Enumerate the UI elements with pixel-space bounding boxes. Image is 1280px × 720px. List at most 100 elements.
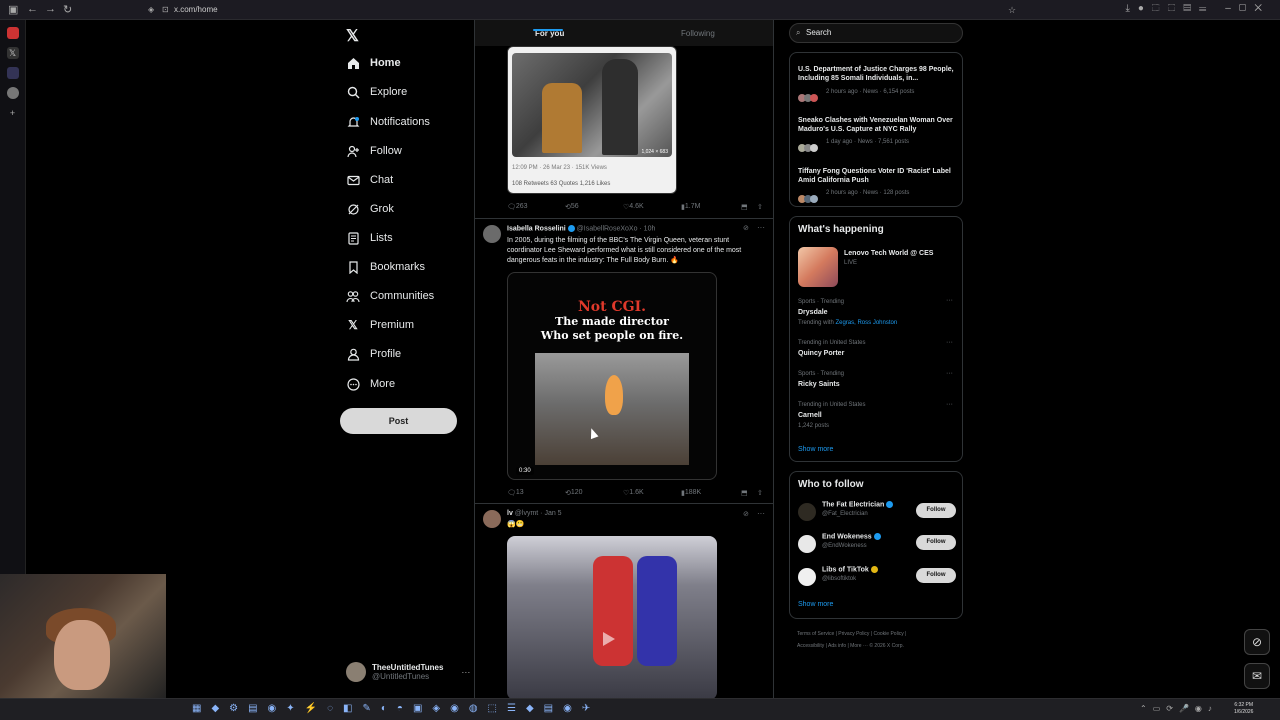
- author-name[interactable]: Isabella Rosselini: [507, 225, 566, 232]
- nav-bookmarks[interactable]: Bookmarks: [346, 255, 425, 279]
- account-name[interactable]: End Wokeness: [822, 533, 881, 540]
- search-input[interactable]: ⌕ Search: [789, 23, 963, 43]
- address-bar[interactable]: ◈ ⊡ x.com/home ☆: [140, 2, 1040, 18]
- news-title[interactable]: Sneako Clashes with Venezuelan Woman Ove…: [798, 116, 958, 134]
- share-icon[interactable]: ⇧: [757, 203, 763, 211]
- footer-line[interactable]: Accessibility | Ads info | More ··· © 20…: [797, 640, 967, 652]
- share-icon[interactable]: ⇧: [757, 489, 763, 497]
- extension-icon[interactable]: [6, 67, 19, 79]
- account-name[interactable]: Libs of TikTok: [822, 566, 878, 573]
- tweet-image[interactable]: 1,024 × 683: [512, 53, 672, 157]
- account-name[interactable]: The Fat Electrician: [822, 501, 894, 508]
- repost-button[interactable]: ⟲ 56: [565, 203, 579, 211]
- nav-home[interactable]: Home: [346, 51, 401, 75]
- account-switcher[interactable]: TheeUntitledTunes @UntitledTunes ···: [346, 662, 470, 682]
- event-thumbnail[interactable]: [798, 247, 838, 287]
- forward-icon[interactable]: →: [45, 3, 56, 15]
- follow-button[interactable]: Follow: [916, 535, 956, 550]
- trend-name[interactable]: Ricky Saints: [798, 381, 840, 388]
- nav-lists[interactable]: Lists: [346, 226, 393, 250]
- trend-name[interactable]: Drysdale: [798, 309, 828, 316]
- nav-chat[interactable]: Chat: [346, 168, 393, 192]
- tab-icon[interactable]: [6, 27, 19, 39]
- grok-icon[interactable]: ⊘: [743, 224, 749, 232]
- author-handle[interactable]: @IsabellRoseXoXo · 10h: [577, 225, 656, 232]
- url-text[interactable]: x.com/home: [174, 5, 218, 14]
- bookmark-icon[interactable]: ⬒: [741, 203, 748, 211]
- follow-button[interactable]: Follow: [916, 503, 956, 518]
- follow-suggestion[interactable]: The Fat Electrician @Fat_Electrician Fol…: [798, 501, 958, 525]
- views-button[interactable]: ▮ 188K: [681, 489, 701, 497]
- tab-following[interactable]: Following: [681, 29, 715, 38]
- system-tray-icons[interactable]: ⌃▭⟳🎤◉♪: [1140, 704, 1218, 713]
- trend-sub-links[interactable]: Zegras, Ross Johnston: [835, 320, 897, 326]
- post-button[interactable]: Post: [340, 408, 457, 434]
- tweet-video[interactable]: [507, 536, 717, 700]
- trend-name[interactable]: Carnell: [798, 412, 822, 419]
- nav-explore[interactable]: Explore: [346, 80, 407, 104]
- nav-communities[interactable]: Communities: [346, 284, 434, 308]
- sidebar-toggle-icon[interactable]: ▣: [8, 3, 18, 16]
- more-icon[interactable]: ···: [946, 339, 953, 346]
- x-tab-icon[interactable]: 𝕏: [6, 47, 19, 59]
- more-icon[interactable]: ···: [946, 370, 953, 377]
- messages-icon[interactable]: ✉: [1244, 663, 1270, 689]
- browser-tools-icons[interactable]: ⤓●⬚⬚▤☰ –▢✕: [1125, 3, 1270, 14]
- fighter-figure: [637, 556, 677, 666]
- quoted-card[interactable]: 1,024 × 683 12:09 PM · 26 Mar 23 · 151K …: [507, 46, 677, 194]
- follow-suggestion[interactable]: Libs of TikTok @libsoftiktok Follow: [798, 566, 958, 590]
- shield-icon[interactable]: ◈: [148, 2, 154, 18]
- nav-notifications[interactable]: Notifications: [346, 110, 430, 134]
- follow-suggestion[interactable]: End Wokeness @EndWokeness Follow: [798, 533, 958, 557]
- nav-profile[interactable]: Profile: [346, 342, 401, 366]
- more-icon[interactable]: ···: [946, 297, 953, 304]
- clock[interactable]: 6:32 PM 1/6/2026: [1234, 702, 1253, 716]
- x-logo[interactable]: 𝕏: [346, 26, 359, 46]
- avatar[interactable]: [798, 503, 816, 521]
- news-title[interactable]: Tiffany Fong Questions Voter ID 'Racist'…: [798, 167, 958, 185]
- more-icon[interactable]: ···: [757, 223, 765, 232]
- nav-follow[interactable]: Follow: [346, 139, 402, 163]
- clock-date: 1/6/2026: [1234, 709, 1254, 715]
- more-icon[interactable]: ···: [946, 401, 953, 408]
- reply-button[interactable]: 🗨 263: [507, 203, 528, 211]
- add-tab-icon[interactable]: +: [7, 107, 19, 119]
- more-icon[interactable]: ···: [461, 667, 470, 677]
- avatar[interactable]: [483, 225, 501, 243]
- play-icon[interactable]: [603, 632, 615, 646]
- bookmark-icon[interactable]: ⬒: [741, 489, 748, 497]
- panel-title: Who to follow: [798, 479, 864, 490]
- repost-button[interactable]: ⟲ 120: [565, 489, 583, 497]
- more-icon[interactable]: ···: [757, 509, 765, 518]
- avatar[interactable]: [798, 535, 816, 553]
- extension-icon[interactable]: [6, 87, 19, 99]
- grok-icon[interactable]: ⊘: [1244, 629, 1270, 655]
- show-more-link[interactable]: Show more: [798, 601, 833, 608]
- show-more-link[interactable]: Show more: [798, 446, 833, 453]
- news-title[interactable]: U.S. Department of Justice Charges 98 Pe…: [798, 65, 958, 83]
- author-handle[interactable]: @lvymt · Jan 5: [515, 510, 562, 517]
- nav-more[interactable]: More: [346, 372, 395, 396]
- trend-name[interactable]: Quincy Porter: [798, 350, 844, 357]
- like-button[interactable]: ♡ 1.6K: [623, 489, 644, 497]
- views-button[interactable]: ▮ 1.7M: [681, 203, 700, 211]
- nav-grok[interactable]: Grok: [346, 197, 394, 221]
- reload-icon[interactable]: ↻: [63, 3, 72, 16]
- nav-premium[interactable]: 𝕏 Premium: [346, 313, 414, 337]
- reply-button[interactable]: 🗨 13: [507, 489, 524, 497]
- search-icon: ⌕: [796, 28, 801, 37]
- tweet-video[interactable]: Not CGI. The made director Who set peopl…: [507, 272, 717, 480]
- back-icon[interactable]: ←: [27, 3, 38, 15]
- bookmark-star-icon[interactable]: ☆: [1008, 2, 1016, 18]
- grok-icon[interactable]: ⊘: [743, 510, 749, 518]
- avatar[interactable]: [483, 510, 501, 528]
- face-figure: [54, 620, 110, 690]
- follow-button[interactable]: Follow: [916, 568, 956, 583]
- event-title[interactable]: Lenovo Tech World @ CES: [844, 250, 933, 257]
- lock-icon[interactable]: ⊡: [162, 2, 169, 18]
- avatar[interactable]: [798, 568, 816, 586]
- like-button[interactable]: ♡ 4.6K: [623, 203, 644, 211]
- footer-line[interactable]: Terms of Service | Privacy Policy | Cook…: [797, 628, 967, 640]
- taskbar-app-icons[interactable]: ▦◆⚙▤◉✦⚡◌◧✎◐◓▣◈◉◍⬚☰◆▤◉✈: [192, 703, 600, 714]
- author-name[interactable]: lv: [507, 510, 513, 517]
